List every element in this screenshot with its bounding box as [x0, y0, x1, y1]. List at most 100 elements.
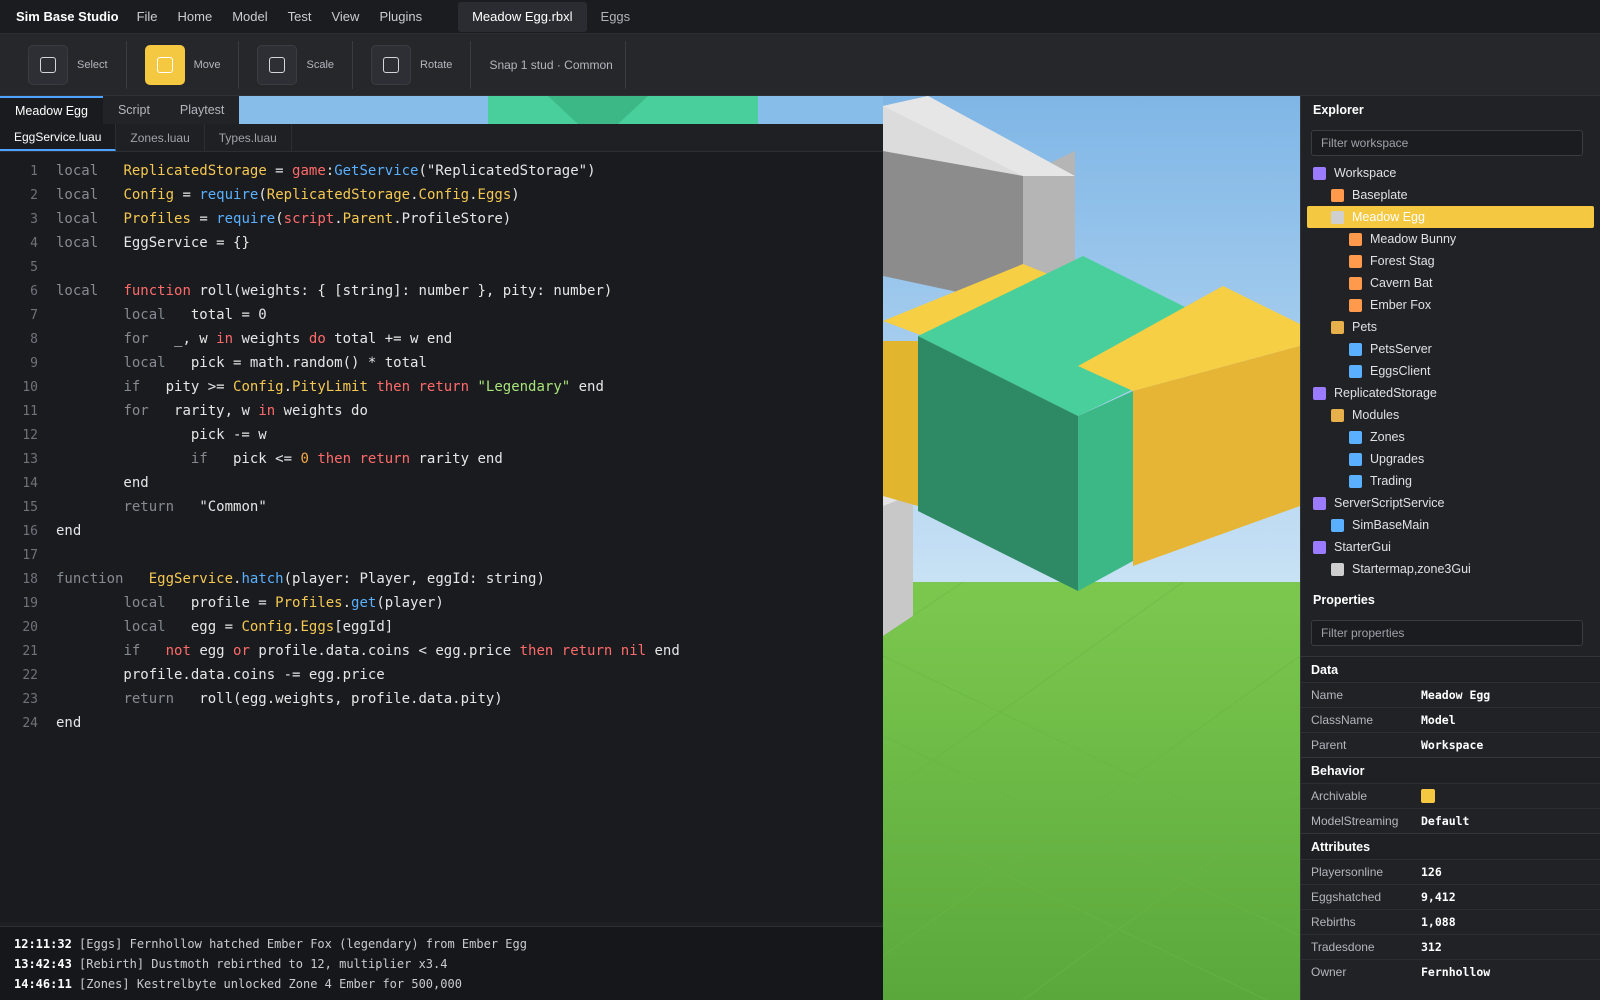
properties-filter-input[interactable]: Filter properties: [1311, 620, 1583, 646]
explorer-filter-input[interactable]: Filter workspace: [1311, 130, 1583, 156]
place-file-tab[interactable]: Meadow Egg.rbxl: [458, 1, 587, 32]
code-line: 1 local ReplicatedStorage = game:GetServi…: [0, 159, 883, 183]
menu-plugins[interactable]: Plugins: [379, 9, 422, 24]
explorer-item[interactable]: Forest Stag: [1301, 250, 1600, 272]
property-value[interactable]: Workspace: [1421, 738, 1483, 752]
explorer-item[interactable]: ServerScriptService: [1301, 492, 1600, 514]
property-row[interactable]: Tradesdone 312: [1301, 934, 1600, 959]
move-icon: [156, 56, 173, 73]
explorer-item-label: PetsServer: [1370, 342, 1432, 356]
rotate-tool-button[interactable]: [371, 44, 412, 85]
explorer-item[interactable]: Cavern Bat: [1301, 272, 1600, 294]
property-row[interactable]: Archivable: [1301, 783, 1600, 808]
explorer-item[interactable]: ReplicatedStorage: [1301, 382, 1600, 404]
tab-eggservice[interactable]: EggService.luau: [0, 124, 117, 151]
tab-playtest[interactable]: Playtest: [164, 96, 240, 124]
menu-view[interactable]: View: [331, 9, 359, 24]
property-section-header[interactable]: Data: [1301, 656, 1600, 682]
explorer-item[interactable]: Ember Fox: [1301, 294, 1600, 316]
property-value[interactable]: 9,412: [1421, 890, 1456, 904]
code-line: 7 local total = 0: [0, 303, 883, 327]
property-value[interactable]: 312: [1421, 940, 1442, 954]
archivable-checkbox[interactable]: [1421, 789, 1435, 803]
property-value[interactable]: 126: [1421, 865, 1442, 879]
code-editor[interactable]: 1 local ReplicatedStorage = game:GetServi…: [0, 152, 883, 922]
eggs-tab[interactable]: Eggs: [601, 9, 631, 24]
explorer-item[interactable]: SimBaseMain: [1301, 514, 1600, 536]
properties-panel: Properties Filter properties Data Name Mea…: [1301, 586, 1600, 984]
menu-home[interactable]: Home: [178, 9, 213, 24]
property-row[interactable]: Owner Fernhollow: [1301, 959, 1600, 984]
property-row[interactable]: ModelStreaming Default: [1301, 808, 1600, 833]
instance-icon: [1349, 232, 1362, 246]
property-value[interactable]: Default: [1421, 814, 1469, 828]
instance-icon: [1349, 298, 1362, 312]
menu-file[interactable]: File: [137, 9, 158, 24]
select-icon: [40, 56, 56, 73]
scale-tool-label: Scale: [306, 58, 335, 71]
property-row[interactable]: Rebirths 1,088: [1301, 909, 1600, 934]
instance-icon: [1331, 188, 1344, 202]
scale-tool[interactable]: Scale: [257, 44, 335, 85]
code-line: 19 local profile = Profiles.get(player): [0, 591, 883, 615]
property-name: Rebirths: [1311, 915, 1356, 929]
property-name: Owner: [1311, 965, 1347, 979]
3d-viewport[interactable]: [883, 96, 1300, 1000]
explorer-item-label: Startermap,zone3Gui: [1352, 562, 1471, 576]
explorer-item[interactable]: Zones: [1301, 426, 1600, 448]
console-text: [Rebirth] Dustmoth rebirthed to 12, mult…: [71, 957, 448, 971]
menu-model[interactable]: Model: [232, 9, 267, 24]
line-number: 1: [30, 163, 38, 179]
property-value[interactable]: Meadow Egg: [1421, 688, 1490, 702]
console-line: 14:46:11 [Zones] Kestrelbyte unlocked Zo…: [14, 977, 883, 997]
menu-test[interactable]: Test: [288, 9, 312, 24]
explorer-item[interactable]: Startermap,zone3Gui: [1301, 558, 1600, 580]
line-number: 23: [22, 691, 38, 707]
code-line: 17: [0, 543, 883, 567]
line-number: 17: [22, 547, 38, 563]
tab-zones[interactable]: Zones.luau: [116, 124, 205, 151]
property-row[interactable]: Name Meadow Egg: [1301, 682, 1600, 707]
explorer-item[interactable]: EggsClient: [1301, 360, 1600, 382]
property-row[interactable]: Playersonline 126: [1301, 859, 1600, 884]
line-number: 16: [22, 523, 38, 539]
explorer-item-label: Upgrades: [1370, 452, 1425, 466]
code-line: 24 end: [0, 711, 883, 735]
select-tool[interactable]: Select: [28, 44, 108, 85]
rotate-tool[interactable]: Rotate: [371, 44, 452, 85]
property-section-header[interactable]: Behavior: [1301, 757, 1600, 783]
toolbar: Select Move Scale Rotate Snap 1 stud · C…: [0, 34, 1600, 96]
property-value[interactable]: 1,088: [1421, 915, 1456, 929]
explorer-item[interactable]: Meadow Bunny: [1301, 228, 1600, 250]
property-name: ModelStreaming: [1311, 814, 1399, 828]
property-row[interactable]: ClassName Model: [1301, 707, 1600, 732]
explorer-item[interactable]: Pets: [1301, 316, 1600, 338]
tab-types[interactable]: Types.luau: [205, 124, 292, 151]
explorer-item[interactable]: Workspace: [1301, 162, 1600, 184]
property-section-header[interactable]: Attributes: [1301, 833, 1600, 859]
tab-meadow-egg[interactable]: Meadow Egg: [0, 96, 103, 124]
move-tool-button[interactable]: [144, 44, 185, 85]
property-value[interactable]: Model: [1421, 713, 1456, 727]
explorer-item[interactable]: PetsServer: [1301, 338, 1600, 360]
property-value[interactable]: Fernhollow: [1421, 965, 1490, 979]
explorer-item-label: Forest Stag: [1370, 254, 1435, 268]
explorer-item[interactable]: Modules: [1301, 404, 1600, 426]
property-name: Archivable: [1311, 789, 1368, 803]
output-console[interactable]: 12:11:32 [Eggs] Fernhollow hatched Ember…: [0, 926, 883, 1000]
select-tool-button[interactable]: [28, 44, 68, 85]
explorer-item[interactable]: Trading: [1301, 470, 1600, 492]
property-row[interactable]: Parent Workspace: [1301, 732, 1600, 757]
move-tool[interactable]: Move: [144, 44, 220, 85]
explorer-item[interactable]: Upgrades: [1301, 448, 1600, 470]
snap-setting[interactable]: Snap 1 stud · Common: [489, 58, 612, 72]
explorer-item[interactable]: StarterGui: [1301, 536, 1600, 558]
divider: [624, 40, 626, 89]
property-row[interactable]: Eggshatched 9,412: [1301, 884, 1600, 909]
explorer-item[interactable]: Meadow Egg: [1307, 206, 1594, 228]
tab-script[interactable]: Script: [102, 96, 165, 124]
property-name: Eggshatched: [1311, 890, 1382, 904]
select-tool-label: Select: [77, 58, 108, 71]
scale-tool-button[interactable]: [257, 44, 298, 85]
explorer-item[interactable]: Baseplate: [1301, 184, 1600, 206]
